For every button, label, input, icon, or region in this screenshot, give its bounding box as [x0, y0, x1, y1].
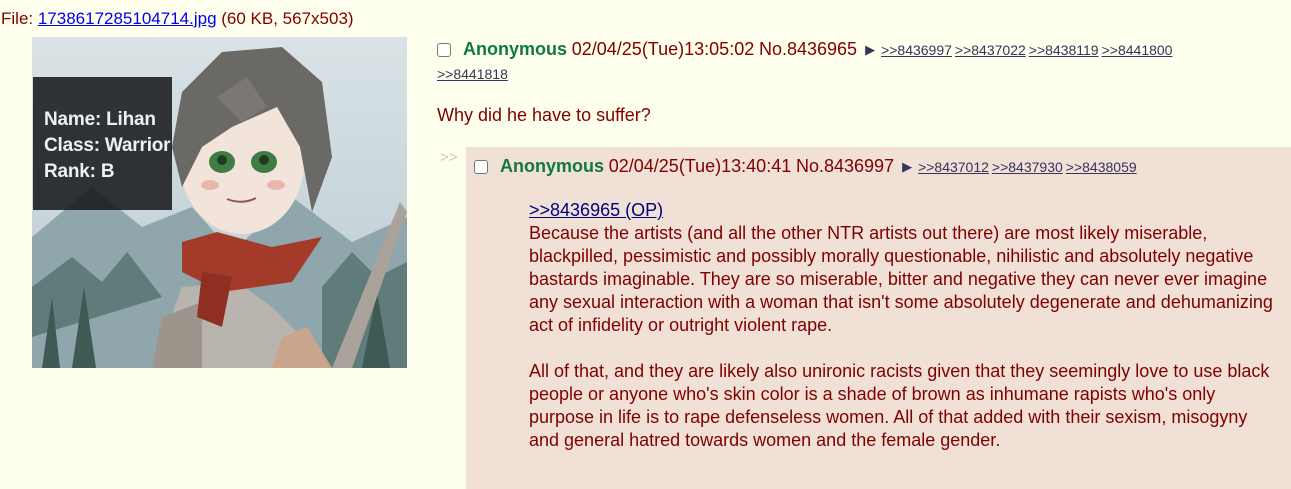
reply-paragraph: All of that, and they are likely also un… [529, 361, 1270, 450]
reply-backlink[interactable]: >>8437930 [992, 159, 1063, 175]
file-meta: (60 KB, 567x503) [216, 9, 354, 28]
reply-post-header: Anonymous 02/04/25(Tue)13:40:41 No.84369… [474, 153, 1140, 180]
reply-backlink[interactable]: >>8437012 [918, 159, 989, 175]
op-backlink[interactable]: >>8437022 [955, 42, 1026, 58]
reply-post: Anonymous 02/04/25(Tue)13:40:41 No.84369… [466, 147, 1291, 489]
reply-poster-name: Anonymous [500, 156, 605, 176]
reply-post-number[interactable]: No.8436997 [796, 156, 894, 176]
op-backlink[interactable]: >>8441818 [437, 66, 508, 82]
op-backlink[interactable]: >>8438119 [1029, 42, 1099, 58]
reply-datetime: 02/04/25(Tue)13:40:41 [608, 156, 792, 176]
file-info: File: 1738617285104714.jpg (60 KB, 567x5… [1, 8, 354, 30]
op-poster-name: Anonymous [463, 39, 568, 59]
op-backlink[interactable]: >>8436997 [881, 42, 952, 58]
file-link[interactable]: 1738617285104714.jpg [38, 9, 217, 28]
post-thumbnail[interactable]: Name: Lihan Class: Warrior Rank: B [32, 37, 407, 368]
op-datetime: 02/04/25(Tue)13:05:02 [571, 39, 755, 59]
op-post-number[interactable]: No.8436965 [759, 39, 857, 59]
op-quote-link[interactable]: >>8436965 (OP) [529, 200, 663, 220]
reply-backlink[interactable]: >>8438059 [1066, 159, 1137, 175]
op-backlink[interactable]: >>8441800 [1102, 42, 1173, 58]
op-menu-arrow-icon[interactable]: ▶ [865, 38, 875, 62]
character-info-box: Name: Lihan Class: Warrior Rank: B [33, 77, 172, 210]
op-message: Why did he have to suffer? [437, 105, 651, 125]
reply-menu-arrow-icon[interactable]: ▶ [902, 154, 912, 180]
reply-select-checkbox[interactable] [474, 160, 488, 174]
op-post-header: Anonymous 02/04/25(Tue)13:05:02 No.84369… [437, 37, 1287, 86]
reply-side-arrows: >> [440, 149, 458, 166]
info-rank: Rank: B [44, 161, 115, 182]
reply-message: >>8436965 (OP) Because the artists (and … [529, 199, 1281, 452]
info-class: Class: Warrior [44, 135, 171, 156]
op-select-checkbox[interactable] [437, 43, 451, 57]
reply-paragraph: Because the artists (and all the other N… [529, 223, 1273, 335]
file-prefix: File: [1, 9, 38, 28]
info-name: Name: Lihan [44, 109, 156, 130]
